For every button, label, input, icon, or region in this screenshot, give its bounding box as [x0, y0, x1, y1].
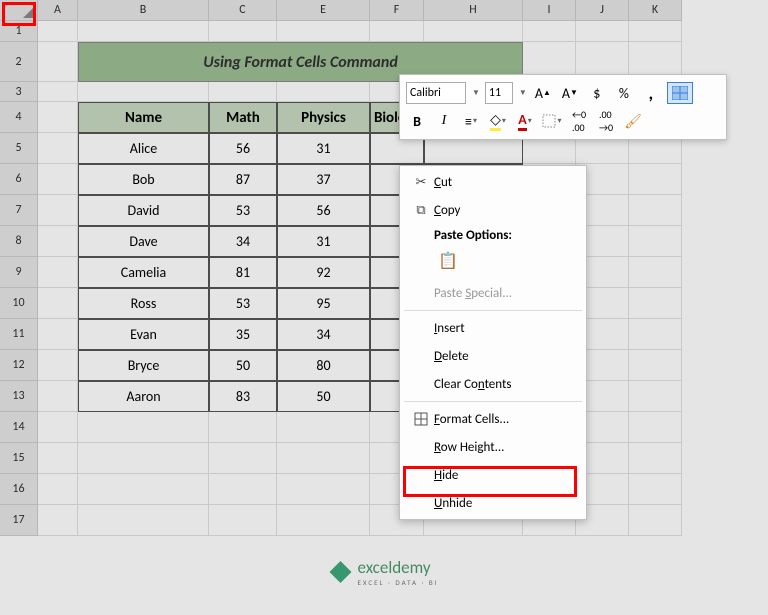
row-header[interactable]: 14 — [0, 412, 38, 443]
col-header-K[interactable]: K — [629, 0, 682, 21]
font-name-select[interactable] — [406, 82, 466, 104]
menu-paste-special: Paste Special... — [400, 279, 586, 307]
paste-options-header: Paste Options: — [400, 224, 586, 245]
col-header-E[interactable]: E — [277, 0, 370, 21]
menu-format-cells[interactable]: Format Cells... — [400, 405, 586, 433]
table-cell[interactable]: Aaron — [78, 381, 209, 412]
table-cell[interactable]: 92 — [277, 257, 370, 288]
menu-clear-contents[interactable]: Clear Contents — [400, 370, 586, 398]
mini-toolbar: ▼ ▼ A▲ A▼ $ % , B I ≡▾ ◇▾ A▾ ▾ ←0.00 .00… — [399, 74, 727, 140]
table-cell[interactable]: Alice — [78, 133, 209, 164]
table-cell[interactable]: 50 — [277, 381, 370, 412]
row-header[interactable]: 6 — [0, 164, 38, 195]
col-header-A[interactable]: A — [38, 0, 78, 21]
watermark-logo-icon — [329, 561, 351, 583]
menu-insert[interactable]: Insert — [400, 314, 586, 342]
row-header[interactable]: 3 — [0, 82, 38, 102]
italic-button[interactable]: I — [433, 110, 455, 132]
menu-row-height[interactable]: Row Height... — [400, 433, 586, 461]
borders-icon[interactable]: ▾ — [541, 110, 563, 132]
table-cell[interactable]: 31 — [277, 226, 370, 257]
font-color-icon[interactable]: A▾ — [514, 110, 536, 132]
row-header[interactable]: 12 — [0, 350, 38, 381]
bold-button[interactable]: B — [406, 110, 428, 132]
paste-icon[interactable]: 📋 — [434, 247, 462, 275]
table-cell[interactable]: 34 — [209, 226, 277, 257]
cells-format-icon[interactable] — [667, 82, 693, 104]
comma-icon[interactable]: , — [640, 82, 662, 104]
table-header[interactable]: Physics — [277, 102, 370, 133]
row-header[interactable]: 10 — [0, 288, 38, 319]
currency-icon[interactable]: $ — [586, 82, 608, 104]
row-header[interactable]: 17 — [0, 505, 38, 536]
col-header-H[interactable]: H — [424, 0, 523, 21]
table-cell[interactable]: Camelia — [78, 257, 209, 288]
table-cell[interactable]: 80 — [277, 350, 370, 381]
font-size-select[interactable] — [485, 82, 513, 104]
col-header-B[interactable]: B — [78, 0, 209, 21]
table-cell[interactable]: David — [78, 195, 209, 226]
table-cell[interactable]: 53 — [209, 288, 277, 319]
format-cells-icon — [408, 412, 434, 426]
row-header[interactable]: 9 — [0, 257, 38, 288]
percent-icon[interactable]: % — [613, 82, 635, 104]
menu-cut[interactable]: ✂CuCutt — [400, 168, 586, 196]
table-cell[interactable]: 56 — [209, 133, 277, 164]
table-cell[interactable]: 83 — [209, 381, 277, 412]
menu-copy[interactable]: ⧉Copy — [400, 196, 586, 224]
format-painter-icon[interactable]: 🖌 — [622, 110, 644, 132]
table-cell[interactable]: Evan — [78, 319, 209, 350]
fill-color-icon[interactable]: ◇▾ — [487, 110, 509, 132]
decrease-font-icon[interactable]: A▼ — [559, 82, 581, 104]
row-header[interactable]: 13 — [0, 381, 38, 412]
align-icon[interactable]: ≡▾ — [460, 110, 482, 132]
col-header-C[interactable]: C — [209, 0, 277, 21]
menu-delete[interactable]: Delete — [400, 342, 586, 370]
table-cell[interactable]: 34 — [277, 319, 370, 350]
row-header[interactable]: 5 — [0, 133, 38, 164]
table-header[interactable]: Math — [209, 102, 277, 133]
row-header[interactable]: 11 — [0, 319, 38, 350]
table-cell[interactable]: 35 — [209, 319, 277, 350]
table-cell[interactable]: 53 — [209, 195, 277, 226]
table-header[interactable]: Name — [78, 102, 209, 133]
table-cell[interactable]: Bob — [78, 164, 209, 195]
table-cell[interactable]: 31 — [277, 133, 370, 164]
col-header-I[interactable]: I — [523, 0, 576, 21]
table-cell[interactable]: 50 — [209, 350, 277, 381]
col-header-J[interactable]: J — [576, 0, 629, 21]
row-header[interactable]: 7 — [0, 195, 38, 226]
select-all-highlight — [2, 2, 36, 26]
row-header[interactable]: 8 — [0, 226, 38, 257]
row-header[interactable]: 16 — [0, 474, 38, 505]
table-cell[interactable]: Dave — [78, 226, 209, 257]
table-cell[interactable]: 56 — [277, 195, 370, 226]
table-cell[interactable]: 37 — [277, 164, 370, 195]
increase-font-icon[interactable]: A▲ — [532, 82, 554, 104]
table-cell[interactable]: Bryce — [78, 350, 209, 381]
col-header-F[interactable]: F — [370, 0, 424, 21]
row-header[interactable]: 4 — [0, 102, 38, 133]
copy-icon: ⧉ — [408, 203, 434, 218]
table-cell[interactable]: Ross — [78, 288, 209, 319]
table-cell[interactable]: 87 — [209, 164, 277, 195]
decrease-decimal-icon[interactable]: .00→0 — [595, 110, 617, 132]
row-header[interactable]: 2 — [0, 42, 38, 82]
row-header[interactable]: 15 — [0, 443, 38, 474]
table-cell[interactable]: 81 — [209, 257, 277, 288]
watermark: exceldemy EXCEL · DATA · BI — [329, 557, 438, 587]
table-cell[interactable]: 95 — [277, 288, 370, 319]
increase-decimal-icon[interactable]: ←0.00 — [568, 110, 590, 132]
cut-icon: ✂ — [408, 175, 434, 190]
format-cells-highlight — [403, 466, 577, 497]
